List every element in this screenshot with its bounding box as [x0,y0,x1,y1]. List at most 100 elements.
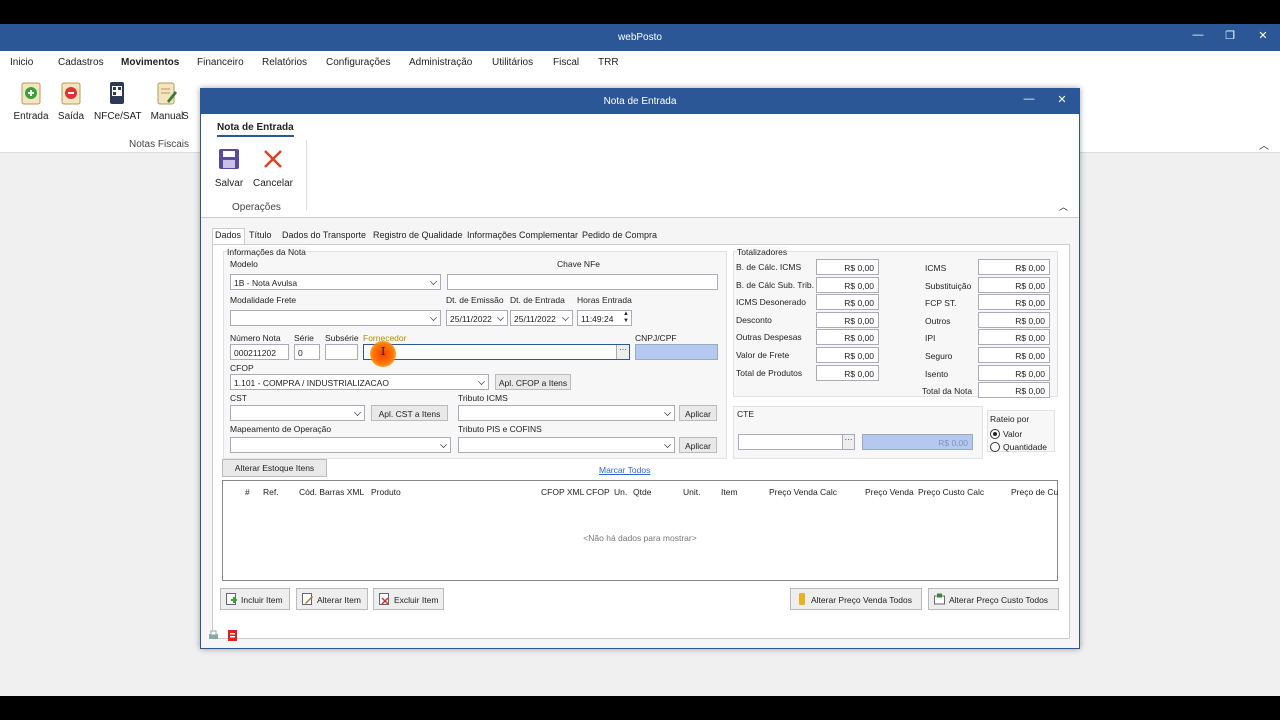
minimize-icon[interactable]: — [1189,29,1207,45]
grid-column-header[interactable]: Preço Venda [865,487,914,497]
grid-column-header[interactable]: CFOP XML [541,487,584,497]
horas-value: 11:49:24 [581,314,614,324]
menu-administracao[interactable]: Administração [409,57,472,68]
aplicar-icms-button[interactable]: Aplicar [679,405,717,421]
grid-column-header[interactable]: Qtde [633,487,651,497]
grid-column-header[interactable]: Un. [614,487,627,497]
partial-button[interactable]: S [182,81,202,122]
numero-label: Número Nota [230,333,281,343]
incluir-item-button[interactable]: Incluir Item [220,588,290,610]
ribbon-collapse-icon[interactable]: ︿ [1259,137,1269,152]
grid-column-header[interactable]: Unit. [683,487,700,497]
menu-configuracoes[interactable]: Configurações [326,57,390,68]
grid-column-header[interactable]: Ref. [263,487,279,497]
tab-informacoes-complementar[interactable]: Informações Complementar [467,230,578,240]
totalizador-label: ICMS Desonerado [736,297,806,308]
cancel-button[interactable]: Cancelar [251,148,295,189]
tributo-pis-select[interactable] [458,437,675,453]
totalizador-label: Total da Nota [922,386,973,397]
entrada-label: Entrada [13,111,49,122]
totalizador-value: R$ 0,00 [978,347,1050,363]
aplicar-pis-button[interactable]: Aplicar [679,437,717,453]
cst-label: CST [230,393,247,403]
fornecedor-lookup-button[interactable]: ··· [616,345,629,359]
cst-select[interactable] [230,405,365,421]
apl-cst-button[interactable]: Apl. CST a Itens [371,405,448,421]
rateio-quantidade-radio[interactable] [990,442,1000,452]
grid-column-header[interactable]: Produto [371,487,401,497]
chevron-down-icon [478,378,485,385]
menu-trr[interactable]: TRR [598,57,619,68]
dialog-close-icon[interactable]: ✕ [1053,93,1071,109]
tab-dados[interactable]: Dados [215,230,241,240]
chave-label: Chave NFe [557,259,600,269]
fornecedor-input[interactable] [363,344,630,360]
modalidade-select[interactable] [230,310,441,326]
rateio-valor-radio[interactable] [990,429,1000,439]
menu-movimentos[interactable]: Movimentos [121,57,179,68]
print-icon[interactable] [208,630,219,643]
dt-emissao-value: 25/11/2022 [450,314,492,324]
grid-column-header[interactable]: Preço Venda Calc [769,487,837,497]
totalizador-value: R$ 0,00 [978,329,1050,346]
dt-entrada-label: Dt. de Entrada [510,295,565,305]
dt-emissao-picker[interactable]: 25/11/2022 [446,310,508,326]
totalizador-value: R$ 0,00 [816,364,879,381]
tab-registro-qualidade[interactable]: Registro de Qualidade [373,230,463,240]
menu-cadastros[interactable]: Cadastros [58,57,104,68]
tributo-icms-select[interactable] [458,405,675,421]
grid-column-header[interactable]: # [245,487,250,497]
alterar-preco-custo-button[interactable]: Alterar Preço Custo Todos [928,588,1059,610]
rateio-label: Rateio por [990,414,1030,424]
entrada-button[interactable]: Entrada [9,81,53,122]
close-icon[interactable]: ✕ [1254,29,1272,45]
maximize-icon[interactable]: ❐ [1221,29,1239,45]
cost-icon [934,593,945,605]
subserie-input[interactable] [325,344,358,360]
numero-input[interactable]: 000211202 [230,344,289,360]
excluir-item-button[interactable]: Excluir Item [373,588,444,610]
qr-receipt-icon [107,81,127,105]
tab-pedido-compra[interactable]: Pedido de Compra [582,230,657,240]
mapeamento-select[interactable] [230,437,451,453]
dialog-minimize-icon[interactable]: — [1020,93,1038,109]
grid-column-header[interactable]: Item [721,487,738,497]
cfop-select[interactable]: 1.101 - COMPRA / INDUSTRIALIZACAO [230,374,489,390]
nfce-sat-button[interactable]: NFCe/SAT [94,81,142,122]
dialog-ribbon-collapse-icon[interactable]: ︿ [1059,200,1068,213]
dialog-ribbon-tab[interactable]: Nota de Entrada [217,122,294,137]
menu-utilitarios[interactable]: Utilitários [492,57,533,68]
grid-column-header[interactable]: Preço de Cu [1011,487,1058,497]
partial-label: S [182,111,189,122]
grid-column-header[interactable]: Preço Custo Calc [918,487,984,497]
alterar-preco-venda-button[interactable]: Alterar Preço Venda Todos [790,588,922,610]
horas-spinner[interactable]: 11:49:24 ▲ ▼ [577,310,632,326]
alterar-item-button[interactable]: Alterar Item [296,588,368,610]
tab-titulo[interactable]: Título [249,230,272,240]
chave-input[interactable] [447,274,718,290]
save-button[interactable]: Salvar [207,148,251,189]
cnpj-input[interactable] [635,344,718,360]
spinner-arrows-icon[interactable]: ▲ ▼ [623,311,629,325]
grid-column-header[interactable]: CFOP [586,487,610,497]
screen: webPosto — ❐ ✕ Inicio Cadastros Moviment… [0,24,1280,696]
totalizador-label: Valor de Frete [736,350,790,360]
marcar-todos-link[interactable]: Marcar Todos [599,465,650,475]
apl-cfop-button[interactable]: Apl. CFOP a Itens [495,374,571,390]
cte-input[interactable] [738,434,855,450]
saida-button[interactable]: Saída [49,81,93,122]
menu-financeiro[interactable]: Financeiro [197,57,244,68]
menu-inicio[interactable]: Inicio [10,57,33,68]
alterar-preco-venda-label: Alterar Preço Venda Todos [811,595,912,605]
dt-entrada-picker[interactable]: 25/11/2022 [510,310,573,326]
menu-relatorios[interactable]: Relatórios [262,57,307,68]
serie-input[interactable]: 0 [294,344,320,360]
pdf-icon[interactable] [227,629,238,643]
menu-fiscal[interactable]: Fiscal [553,57,579,68]
grid-column-header[interactable]: Cód. Barras XML [299,487,364,497]
tab-dados-transporte[interactable]: Dados do Transporte [282,230,366,240]
add-item-icon [226,593,237,605]
alterar-estoque-button[interactable]: Alterar Estoque Itens [222,459,327,477]
cte-lookup-button[interactable]: ··· [842,435,854,449]
modelo-select[interactable]: 1B - Nota Avulsa [230,274,441,290]
